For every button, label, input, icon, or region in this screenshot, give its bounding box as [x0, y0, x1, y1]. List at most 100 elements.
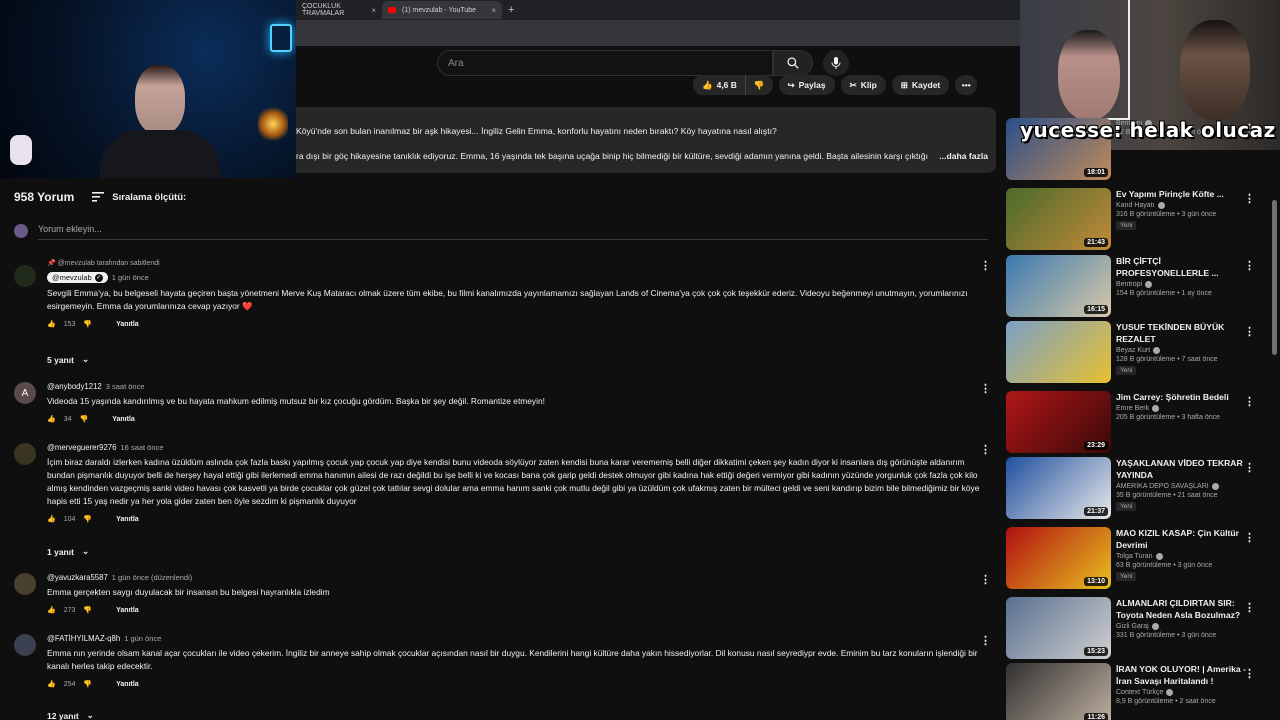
reply-button[interactable]: Yanıtla	[116, 681, 139, 688]
address-bar[interactable]	[296, 20, 1020, 46]
comment-menu-icon[interactable]: ⋮	[980, 634, 991, 647]
video-thumbnail[interactable]: 21:43	[1006, 188, 1111, 250]
channel-name-row: Kand Hayatı	[1116, 202, 1256, 209]
video-thumbnail[interactable]: 15:23	[1006, 597, 1111, 659]
video-title[interactable]: ALMANLARI ÇILDIRTAN SIR: Toyota Neden As…	[1116, 597, 1256, 621]
dislike-comment-button[interactable]: 👎	[83, 680, 92, 688]
reply-button[interactable]: Yanıtla	[116, 321, 139, 328]
video-thumbnail[interactable]: 13:10	[1006, 527, 1111, 589]
video-description[interactable]: Köyü'nde son bulan inanılmaz bir aşk hik…	[296, 107, 996, 173]
channel-name[interactable]: Emre Berk	[1116, 405, 1149, 412]
related-video-card[interactable]: 11:26 İRAN YOK OLUYOR! | Amerika - İran S…	[1006, 663, 1272, 720]
comment-author[interactable]: @merveguerer9276	[47, 443, 116, 452]
video-thumbnail[interactable]: 23:29	[1006, 391, 1111, 453]
browser-tab-active[interactable]: (1) mevzulab - YouTube ×	[382, 1, 502, 19]
comment-time[interactable]: 1 gün önce	[112, 273, 149, 282]
clip-button[interactable]: ✂ Klip	[840, 75, 886, 95]
comment-time[interactable]: 1 gün önce	[124, 634, 161, 643]
comment-author[interactable]: @anybody1212	[47, 382, 102, 391]
related-video-card[interactable]: 21:43 Ev Yapımı Pirinçle Köfte ... Kand Ha…	[1006, 188, 1272, 250]
avatar[interactable]: A	[14, 382, 36, 404]
comment-menu-icon[interactable]: ⋮	[980, 573, 991, 586]
close-icon[interactable]: ×	[371, 6, 376, 15]
video-menu-icon[interactable]: ⋮	[1244, 192, 1255, 205]
new-tab-icon[interactable]: +	[508, 4, 514, 16]
related-video-card[interactable]: 21:37 YAŞAKLANAN VİDEO TEKRAR YAYINDA AMER…	[1006, 457, 1272, 519]
like-button[interactable]: 👍 4,6 B	[693, 75, 745, 95]
dislike-comment-button[interactable]: 👎	[83, 606, 92, 614]
add-comment-input[interactable]: Yorum ekleyin...	[38, 222, 988, 240]
related-video-card[interactable]: 16:15 BİR ÇİFTÇİ PROFESYONELLERLE ... Bent…	[1006, 255, 1272, 317]
video-title[interactable]: Ev Yapımı Pirinçle Köfte ...	[1116, 188, 1256, 200]
related-video-card[interactable]: 13:10 MAO KIZIL KASAP: Çin Kültür Devrimi…	[1006, 527, 1272, 589]
video-thumbnail[interactable]: 21:37	[1006, 457, 1111, 519]
video-menu-icon[interactable]: ⋮	[1244, 531, 1255, 544]
share-button[interactable]: ↪ Paylaş	[778, 75, 835, 95]
sidebar-scrollbar[interactable]	[1272, 200, 1277, 355]
video-menu-icon[interactable]: ⋮	[1244, 259, 1255, 272]
comment-menu-icon[interactable]: ⋮	[980, 382, 991, 395]
dislike-comment-button[interactable]: 👎	[80, 415, 89, 423]
video-title[interactable]: MAO KIZIL KASAP: Çin Kültür Devrimi	[1116, 527, 1256, 551]
owner-badge[interactable]: @mevzulab ✓	[47, 272, 108, 283]
video-thumbnail[interactable]: 11:26	[1006, 663, 1111, 720]
channel-name[interactable]: AMERİKA DEPO SAVAŞLARI	[1116, 483, 1209, 490]
channel-name[interactable]: Kand Hayatı	[1116, 202, 1155, 209]
search-button[interactable]	[773, 50, 813, 76]
like-comment-button[interactable]: 👍	[47, 606, 56, 614]
reply-button[interactable]: Yanıtla	[116, 516, 139, 523]
like-comment-button[interactable]: 👍	[47, 515, 56, 523]
related-video-card[interactable]: 15:23 ALMANLARI ÇILDIRTAN SIR: Toyota Ned…	[1006, 597, 1272, 659]
dislike-comment-button[interactable]: 👎	[83, 320, 92, 328]
avatar[interactable]	[14, 265, 36, 287]
video-title[interactable]: YAŞAKLANAN VİDEO TEKRAR YAYINDA	[1116, 457, 1256, 481]
dislike-comment-button[interactable]: 👎	[83, 515, 92, 523]
browser-tab[interactable]: ÇOCUKLUK TRAVMALAR ×	[296, 1, 382, 19]
avatar[interactable]	[14, 443, 36, 465]
like-comment-button[interactable]: 👍	[47, 680, 56, 688]
reply-button[interactable]: Yanıtla	[112, 416, 135, 423]
video-menu-icon[interactable]: ⋮	[1244, 601, 1255, 614]
reply-button[interactable]: Yanıtla	[116, 607, 139, 614]
sort-button[interactable]: Sıralama ölçütü:	[92, 192, 186, 203]
video-thumbnail[interactable]	[1006, 321, 1111, 383]
show-more-link[interactable]: ...daha fazla	[939, 151, 988, 161]
video-title[interactable]: BİR ÇİFTÇİ PROFESYONELLERLE ...	[1116, 255, 1256, 279]
related-video-card[interactable]: YUSUF TEKİNDEN BÜYÜK REZALET Beyaz Kurt 12…	[1006, 321, 1272, 383]
voice-search-button[interactable]	[823, 50, 849, 76]
like-comment-button[interactable]: 👍	[47, 320, 56, 328]
save-button[interactable]: ⊞ Kaydet	[891, 75, 950, 95]
channel-name[interactable]: Tolga Turan	[1116, 553, 1153, 560]
video-title[interactable]: Jim Carrey: Şöhretin Bedeli	[1116, 391, 1256, 403]
related-video-card[interactable]: 23:29 Jim Carrey: Şöhretin Bedeli Emre Ber…	[1006, 391, 1272, 453]
comment-author[interactable]: @FATİHYILMAZ-q8h	[47, 634, 120, 643]
video-menu-icon[interactable]: ⋮	[1244, 461, 1255, 474]
video-title[interactable]: YUSUF TEKİNDEN BÜYÜK REZALET	[1116, 321, 1256, 345]
search-input[interactable]: Ara	[437, 50, 773, 76]
avatar[interactable]	[14, 634, 36, 656]
comment-author[interactable]: @yavuzkara5587	[47, 573, 108, 582]
video-thumbnail[interactable]: 16:15	[1006, 255, 1111, 317]
comment-time[interactable]: 1 gün önce (düzenlendi)	[112, 573, 192, 582]
like-comment-button[interactable]: 👍	[47, 415, 56, 423]
replies-toggle[interactable]: 5 yanıt ⌄	[47, 354, 89, 365]
video-menu-icon[interactable]: ⋮	[1244, 667, 1255, 680]
comment-menu-icon[interactable]: ⋮	[980, 443, 991, 456]
dislike-button[interactable]: 👎	[744, 75, 773, 95]
comment-menu-icon[interactable]: ⋮	[980, 259, 991, 272]
channel-name[interactable]: Bentropi	[1116, 281, 1142, 288]
avatar[interactable]	[14, 573, 36, 595]
close-icon[interactable]: ×	[491, 6, 496, 15]
channel-name[interactable]: Gizli Garaj	[1116, 623, 1149, 630]
more-actions-button[interactable]: •••	[955, 75, 978, 95]
comment-time[interactable]: 3 saat önce	[106, 382, 145, 391]
replies-toggle[interactable]: 12 yanıt ⌄	[47, 710, 94, 720]
video-menu-icon[interactable]: ⋮	[1244, 325, 1255, 338]
video-title[interactable]: İRAN YOK OLUYOR! | Amerika - İran Savaşı…	[1116, 663, 1256, 687]
video-stats: 63 B görüntüleme • 3 gün önce	[1116, 562, 1213, 569]
channel-name[interactable]: Context Türkçe	[1116, 689, 1163, 696]
video-menu-icon[interactable]: ⋮	[1244, 395, 1255, 408]
channel-name[interactable]: Beyaz Kurt	[1116, 347, 1150, 354]
replies-toggle[interactable]: 1 yanıt ⌄	[47, 546, 89, 557]
comment-time[interactable]: 16 saat önce	[120, 443, 163, 452]
